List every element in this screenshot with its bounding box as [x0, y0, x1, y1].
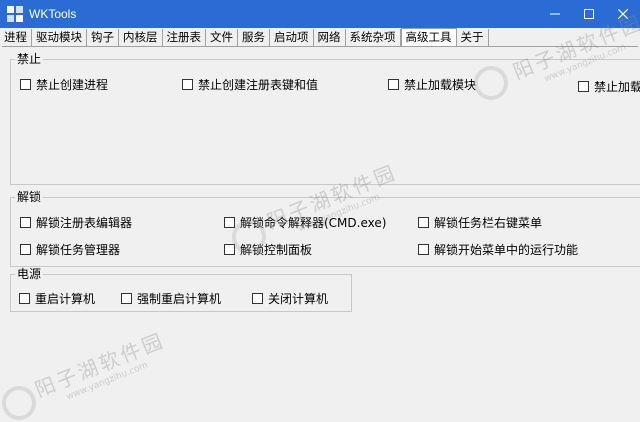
tab-hooks[interactable]: 钩子: [87, 29, 119, 46]
checkbox-unlock-task-manager[interactable]: 解锁任务管理器: [20, 241, 120, 258]
checkbox-label: 禁止加载模块: [404, 78, 477, 92]
checkbox-label: 禁止加载: [594, 80, 640, 94]
tab-services[interactable]: 服务: [238, 29, 270, 46]
tab-files[interactable]: 文件: [206, 29, 238, 46]
checkbox-label: 禁止创建注册表键和值: [198, 78, 319, 92]
checkbox-disable-load[interactable]: 禁止加载: [578, 78, 640, 95]
group-unlock-label: 解锁: [15, 190, 44, 204]
tab-driver-modules[interactable]: 驱动模块: [32, 29, 87, 46]
minimize-button[interactable]: [538, 0, 572, 28]
checkbox-box[interactable]: [578, 81, 589, 92]
checkbox-box[interactable]: [182, 79, 193, 90]
app-icon: [7, 6, 23, 22]
title-bar[interactable]: WKTools: [0, 0, 640, 28]
advanced-tools-panel: 禁止 禁止创建进程 禁止创建注册表键和值 禁止加载模块 禁止加载 解锁 解锁注册…: [2, 46, 640, 422]
checkbox-label: 解锁命令解释器(CMD.exe): [240, 216, 387, 230]
window-title: WKTools: [29, 7, 77, 21]
checkbox-unlock-run-feature[interactable]: 解锁开始菜单中的运行功能: [418, 241, 578, 258]
checkbox-force-restart[interactable]: 强制重启计算机: [121, 290, 221, 307]
checkbox-box[interactable]: [121, 293, 132, 304]
tab-kernel[interactable]: 内核层: [119, 29, 163, 46]
checkbox-box[interactable]: [224, 244, 235, 255]
maximize-icon: [584, 9, 594, 19]
checkbox-disable-load-module[interactable]: 禁止加载模块: [388, 76, 476, 93]
tab-registry[interactable]: 注册表: [163, 29, 206, 46]
tab-about[interactable]: 关于: [457, 29, 489, 46]
app-window: WKTools 进程 驱动模块 钩子 内核层 注册表 文件 服务 启动项 网络 …: [0, 0, 640, 422]
tab-advanced-tools[interactable]: 高级工具: [400, 28, 457, 47]
tab-process[interactable]: 进程: [0, 29, 32, 46]
checkbox-shutdown[interactable]: 关闭计算机: [252, 290, 328, 307]
checkbox-label: 强制重启计算机: [137, 292, 222, 306]
checkbox-disable-create-process[interactable]: 禁止创建进程: [20, 76, 108, 93]
checkbox-unlock-taskbar-menu[interactable]: 解锁任务栏右键菜单: [418, 214, 542, 231]
checkbox-unlock-regedit[interactable]: 解锁注册表编辑器: [20, 214, 132, 231]
checkbox-box[interactable]: [418, 244, 429, 255]
checkbox-disable-create-registry[interactable]: 禁止创建注册表键和值: [182, 76, 318, 93]
tab-system-misc[interactable]: 系统杂项: [346, 29, 401, 46]
checkbox-label: 重启计算机: [35, 292, 96, 306]
checkbox-label: 解锁注册表编辑器: [36, 216, 133, 230]
checkbox-restart[interactable]: 重启计算机: [19, 290, 95, 307]
checkbox-box[interactable]: [20, 79, 31, 90]
checkbox-label: 解锁任务栏右键菜单: [434, 216, 543, 230]
checkbox-box[interactable]: [252, 293, 263, 304]
checkbox-unlock-cmd[interactable]: 解锁命令解释器(CMD.exe): [224, 214, 386, 231]
close-icon: [618, 9, 628, 19]
checkbox-box[interactable]: [20, 217, 31, 228]
checkbox-unlock-control-panel[interactable]: 解锁控制面板: [224, 241, 312, 258]
close-button[interactable]: [606, 0, 640, 28]
tab-strip: 进程 驱动模块 钩子 内核层 注册表 文件 服务 启动项 网络 系统杂项 高级工…: [0, 28, 640, 47]
checkbox-box[interactable]: [19, 293, 30, 304]
tab-network[interactable]: 网络: [314, 29, 346, 46]
checkbox-box[interactable]: [224, 217, 235, 228]
checkbox-label: 关闭计算机: [268, 292, 329, 306]
group-power-label: 电源: [15, 267, 44, 281]
checkbox-label: 解锁任务管理器: [36, 243, 121, 257]
checkbox-label: 禁止创建进程: [36, 78, 109, 92]
group-disable-label: 禁止: [15, 52, 44, 66]
minimize-icon: [550, 13, 560, 15]
checkbox-box[interactable]: [388, 79, 399, 90]
tab-startup[interactable]: 启动项: [270, 29, 314, 46]
checkbox-label: 解锁开始菜单中的运行功能: [434, 243, 579, 257]
checkbox-label: 解锁控制面板: [240, 243, 313, 257]
checkbox-box[interactable]: [418, 217, 429, 228]
checkbox-box[interactable]: [20, 244, 31, 255]
maximize-button[interactable]: [572, 0, 606, 28]
